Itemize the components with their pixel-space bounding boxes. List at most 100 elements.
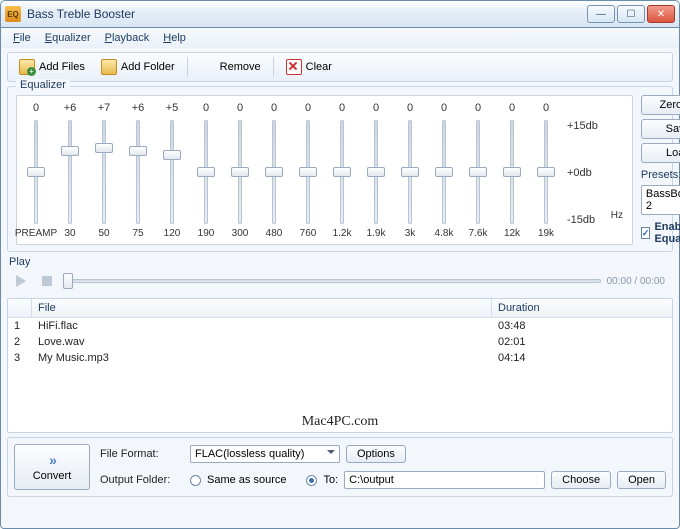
column-file[interactable]: File — [32, 299, 492, 317]
eq-slider[interactable] — [299, 120, 317, 224]
eq-thumb[interactable] — [265, 167, 283, 177]
bottom-panel: » Convert File Format: FLAC(lossless qua… — [7, 437, 673, 497]
eq-value: 0 — [441, 102, 447, 116]
eq-frequency-label: 480 — [266, 228, 283, 244]
eq-thumb[interactable] — [95, 143, 113, 153]
eq-slider[interactable] — [367, 120, 385, 224]
add-folder-button[interactable]: Add Folder — [94, 56, 182, 78]
enable-equalizer-label: Enable Equalizer — [654, 221, 680, 245]
presets-dropdown[interactable]: BassBoost 2 — [641, 185, 680, 215]
eq-thumb[interactable] — [231, 167, 249, 177]
convert-label: Convert — [33, 470, 72, 482]
eq-thumb[interactable] — [197, 167, 215, 177]
seek-thumb[interactable] — [63, 273, 73, 289]
stop-button[interactable] — [37, 272, 57, 290]
eq-band-760: 0760 — [295, 102, 321, 244]
open-button[interactable]: Open — [617, 471, 666, 489]
eq-slider[interactable] — [231, 120, 249, 224]
choose-button[interactable]: Choose — [551, 471, 611, 489]
same-as-source-radio[interactable] — [190, 475, 201, 486]
same-as-source-label: Same as source — [207, 474, 286, 486]
eq-frequency-label: 30 — [64, 228, 75, 244]
enable-equalizer-checkbox[interactable]: ✓ Enable Equalizer — [641, 221, 680, 245]
eq-slider[interactable] — [197, 120, 215, 224]
play-group: Play 00:00 / 00:00 — [7, 256, 673, 294]
eq-slider[interactable] — [27, 120, 45, 224]
eq-slider[interactable] — [401, 120, 419, 224]
eq-slider[interactable] — [435, 120, 453, 224]
table-row[interactable]: 2Love.wav02:01 — [8, 334, 672, 350]
save-preset-button[interactable]: Save — [641, 119, 680, 139]
eq-thumb[interactable] — [537, 167, 555, 177]
load-preset-button[interactable]: Load — [641, 143, 680, 163]
row-filename: HiFi.flac — [32, 319, 492, 333]
menu-equalizer[interactable]: Equalizer — [39, 30, 97, 46]
window-close-button[interactable]: ✕ — [647, 5, 675, 23]
table-row[interactable]: 1HiFi.flac03:48 — [8, 318, 672, 334]
convert-icon: » — [49, 452, 55, 468]
eq-thumb[interactable] — [367, 167, 385, 177]
eq-band-preamp: 0PREAMP — [23, 102, 49, 244]
output-folder-label: Output Folder: — [100, 474, 184, 486]
add-folder-icon — [101, 59, 117, 75]
window-maximize-button[interactable]: ☐ — [617, 5, 645, 23]
equalizer-group: Equalizer 0PREAMP+630+750+675+5120019003… — [7, 86, 673, 252]
eq-band-300: 0300 — [227, 102, 253, 244]
eq-thumb[interactable] — [435, 167, 453, 177]
eq-slider[interactable] — [333, 120, 351, 224]
menu-help[interactable]: Help — [157, 30, 192, 46]
eq-thumb[interactable] — [401, 167, 419, 177]
eq-thumb[interactable] — [333, 167, 351, 177]
eq-slider[interactable] — [265, 120, 283, 224]
play-button[interactable] — [11, 272, 31, 290]
eq-value: 0 — [543, 102, 549, 116]
clear-button[interactable]: Clear — [279, 56, 339, 78]
eq-band-120: +5120 — [159, 102, 185, 244]
options-button[interactable]: Options — [346, 445, 406, 463]
row-filename: Love.wav — [32, 335, 492, 349]
column-index[interactable] — [8, 299, 32, 317]
eq-thumb[interactable] — [469, 167, 487, 177]
remove-button[interactable]: Remove — [193, 56, 268, 78]
file-format-dropdown[interactable]: FLAC(lossless quality) — [190, 445, 340, 463]
add-files-label: Add Files — [39, 61, 85, 73]
row-index: 3 — [8, 351, 32, 365]
eq-slider[interactable] — [537, 120, 555, 224]
equalizer-legend: Equalizer — [16, 79, 70, 91]
eq-thumb[interactable] — [163, 150, 181, 160]
output-path-field[interactable]: C:\output — [344, 471, 545, 489]
eq-thumb[interactable] — [27, 167, 45, 177]
eq-scale-bot: -15db — [567, 214, 598, 226]
eq-band-4.8k: 04.8k — [431, 102, 457, 244]
eq-frequency-label: 300 — [232, 228, 249, 244]
eq-thumb[interactable] — [503, 167, 521, 177]
table-row[interactable]: 3My Music.mp304:14 — [8, 350, 672, 366]
eq-slider[interactable] — [469, 120, 487, 224]
menu-playback[interactable]: Playback — [99, 30, 156, 46]
eq-track — [102, 120, 106, 224]
window-minimize-button[interactable]: — — [587, 5, 615, 23]
eq-frequency-label: PREAMP — [15, 228, 57, 244]
checkbox-icon: ✓ — [641, 227, 651, 239]
zero-all-button[interactable]: Zero All — [641, 95, 680, 115]
eq-slider[interactable] — [61, 120, 79, 224]
menubar: File Equalizer Playback Help — [0, 28, 680, 48]
add-files-button[interactable]: Add Files — [12, 56, 92, 78]
eq-band-30: +630 — [57, 102, 83, 244]
column-duration[interactable]: Duration — [492, 299, 672, 317]
eq-band-50: +750 — [91, 102, 117, 244]
eq-thumb[interactable] — [129, 146, 147, 156]
eq-slider[interactable] — [503, 120, 521, 224]
eq-slider[interactable] — [95, 120, 113, 224]
seek-slider[interactable] — [63, 276, 601, 286]
eq-slider[interactable] — [163, 120, 181, 224]
convert-button[interactable]: » Convert — [14, 444, 90, 490]
eq-thumb[interactable] — [61, 146, 79, 156]
menu-file[interactable]: File — [7, 30, 37, 46]
eq-hz-label: Hz — [611, 210, 623, 226]
watermark-text: Mac4PC.com — [8, 408, 672, 432]
to-path-radio[interactable] — [306, 475, 317, 486]
eq-thumb[interactable] — [299, 167, 317, 177]
eq-slider[interactable] — [129, 120, 147, 224]
file-format-label: File Format: — [100, 448, 184, 460]
